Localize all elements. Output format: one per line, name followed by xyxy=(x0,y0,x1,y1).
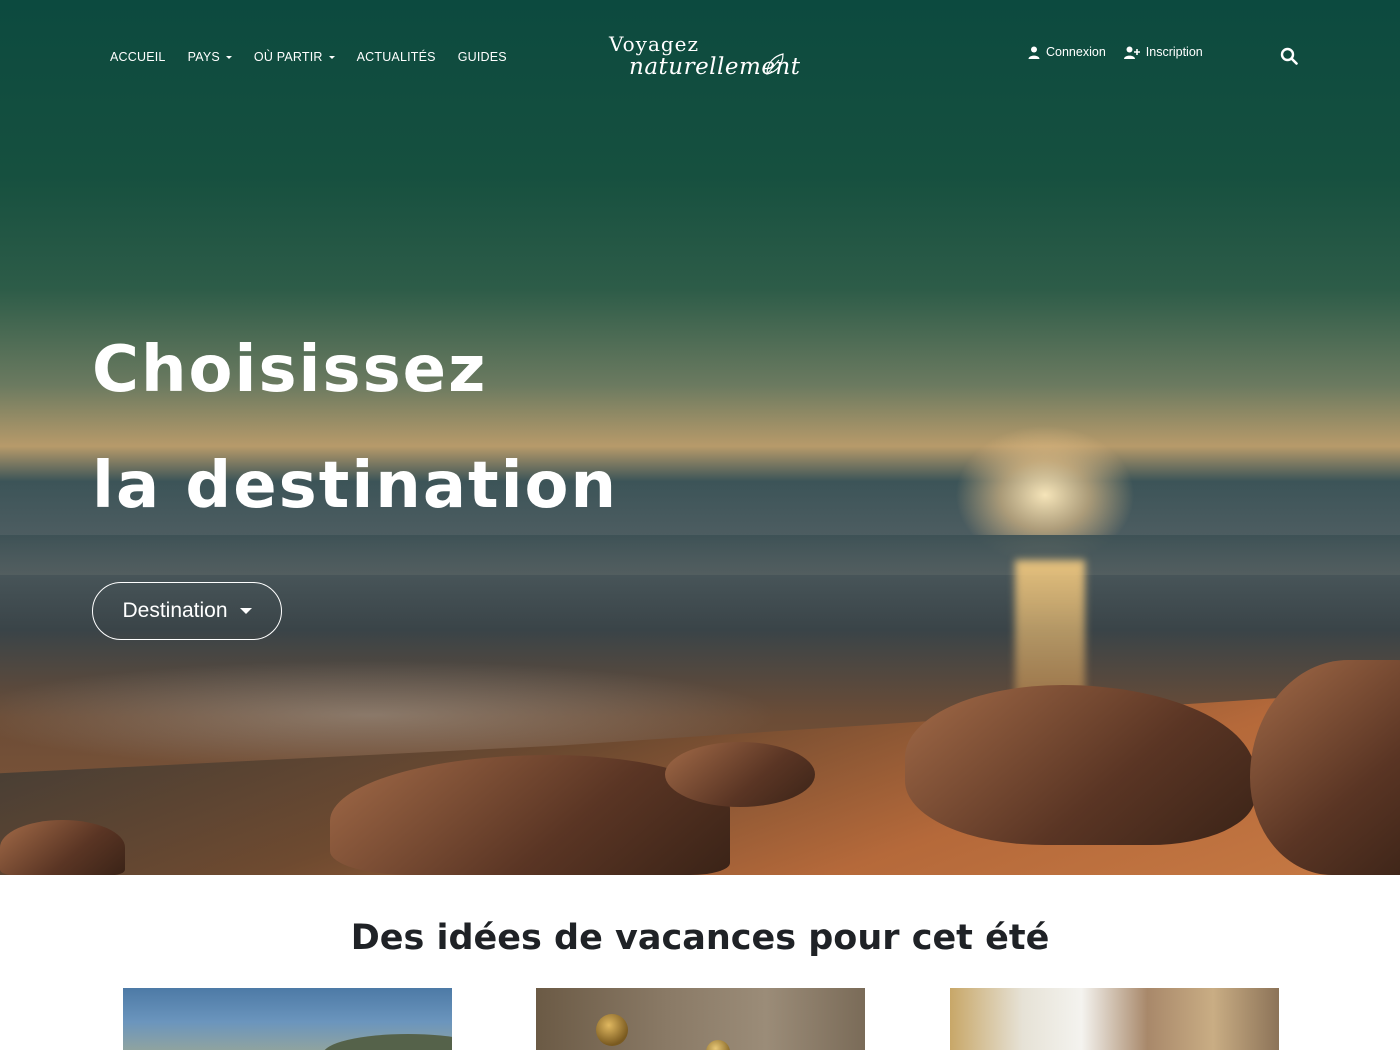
logo-text-top: Voyagez xyxy=(609,32,700,56)
signup-link[interactable]: Inscription xyxy=(1123,45,1203,59)
nav-item-guides[interactable]: GUIDES xyxy=(458,50,507,64)
user-icon xyxy=(1028,46,1040,59)
nav-label: ACTUALITÉS xyxy=(356,50,436,64)
site-logo[interactable]: Voyagez naturellement xyxy=(605,30,800,90)
destination-dropdown-button[interactable]: Destination xyxy=(92,582,282,640)
signup-label: Inscription xyxy=(1145,45,1203,59)
brass-knob xyxy=(706,1040,730,1050)
search-icon[interactable] xyxy=(1280,47,1298,65)
nav-item-accueil[interactable]: ACCUEIL xyxy=(110,50,166,64)
hero-section: ACCUEIL PAYS OÙ PARTIR ACTUALITÉS GUIDES… xyxy=(0,0,1400,875)
caret-down-icon xyxy=(225,55,232,59)
nav-label: GUIDES xyxy=(457,50,507,64)
hill-shape xyxy=(323,1034,452,1050)
nav-label: OÙ PARTIR xyxy=(253,50,323,64)
nav-item-actualites[interactable]: ACTUALITÉS xyxy=(357,50,436,64)
user-plus-icon xyxy=(1123,46,1140,59)
section-title: Des idées de vacances pour cet été xyxy=(350,918,1050,958)
hero-headline: Choisissez la destination xyxy=(92,312,618,544)
caret-down-icon xyxy=(239,608,252,614)
nav-item-ou-partir[interactable]: OÙ PARTIR xyxy=(254,50,335,64)
auth-links: Connexion Inscription xyxy=(1028,45,1203,59)
caret-down-icon xyxy=(328,55,335,59)
vacation-card-image[interactable] xyxy=(536,988,865,1050)
vacation-card-image[interactable] xyxy=(123,988,452,1050)
nav-item-pays[interactable]: PAYS xyxy=(188,50,232,64)
leaf-icon xyxy=(766,53,784,75)
rock xyxy=(665,742,815,807)
rock xyxy=(1250,660,1400,875)
nav-label: PAYS xyxy=(187,50,220,64)
brass-knob xyxy=(596,1014,628,1046)
destination-label: Destination xyxy=(122,599,228,622)
login-label: Connexion xyxy=(1046,45,1106,59)
login-link[interactable]: Connexion xyxy=(1028,45,1106,59)
nav-label: ACCUEIL xyxy=(110,50,166,64)
vacation-card-image[interactable] xyxy=(950,988,1279,1050)
headline-line-2: la destination xyxy=(92,449,619,523)
main-nav: ACCUEIL PAYS OÙ PARTIR ACTUALITÉS GUIDES xyxy=(110,50,507,64)
rock xyxy=(0,820,125,875)
headline-line-1: Choisissez xyxy=(92,333,488,407)
